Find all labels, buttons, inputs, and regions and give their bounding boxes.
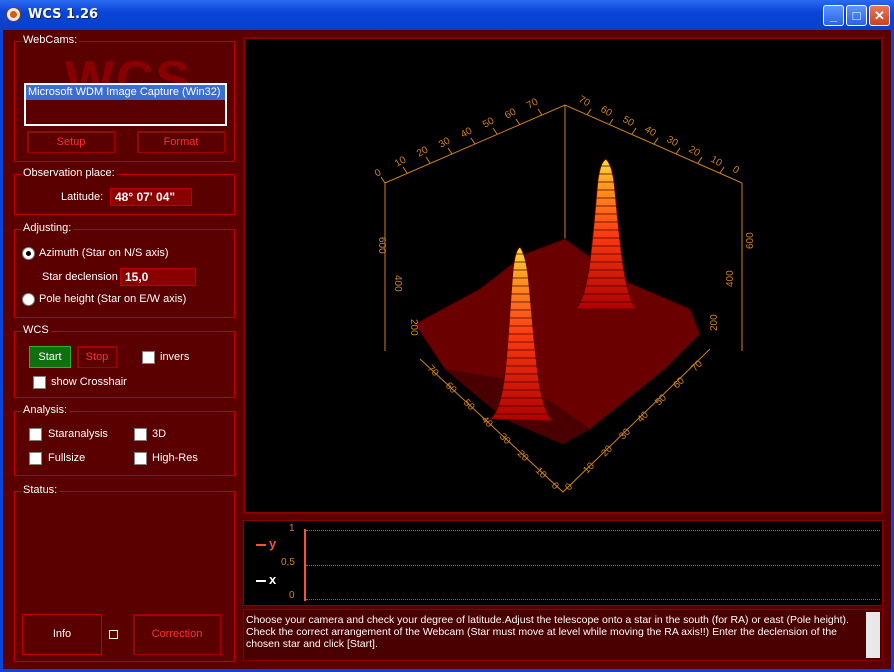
analysis-group: Analysis: Staranalysis 3D Fullsize High-…	[14, 404, 235, 476]
tick-label: 30	[437, 135, 453, 150]
tick-label: 20	[415, 144, 431, 159]
tick-label: 50	[481, 115, 497, 130]
tick-label: 400	[725, 270, 736, 287]
webcams-group: WebCams: WCS Microsoft WDM Image Capture…	[14, 34, 235, 162]
tick-label: 60	[671, 375, 687, 391]
tick-label: 20	[515, 448, 531, 464]
message-scrollbar[interactable]	[866, 612, 880, 658]
gridline	[306, 599, 880, 600]
window-title: WCS 1.26	[28, 7, 99, 22]
wcs-group: WCS Start Stop invers show Crosshair	[14, 324, 235, 398]
gridline	[306, 530, 880, 531]
tick-label: 70	[689, 358, 705, 374]
tick-label: 10	[709, 154, 725, 169]
minimize-button[interactable]: _	[823, 5, 844, 26]
observation-legend: Observation place:	[21, 167, 117, 179]
tick-label: 0	[563, 481, 575, 493]
high-res-checkbox[interactable]	[134, 452, 147, 465]
tick-label: 30	[497, 431, 513, 447]
x-legend-line	[256, 580, 266, 582]
tick-label: 0	[549, 480, 561, 492]
webcams-legend: WebCams:	[21, 34, 80, 46]
high-res-label: High-Res	[152, 452, 198, 464]
tick-label: 20	[687, 144, 703, 159]
stop-button[interactable]: Stop	[77, 346, 117, 368]
start-button[interactable]: Start	[29, 346, 71, 368]
message-box[interactable]: Choose your camera and check your degree…	[243, 609, 883, 661]
tick-label-1: 1	[289, 523, 295, 534]
tick-label: 600	[376, 237, 387, 254]
invers-checkbox[interactable]	[142, 351, 155, 364]
adjusting-legend: Adjusting:	[21, 222, 74, 234]
tick-label: 0	[731, 164, 742, 177]
3d-label: 3D	[152, 428, 167, 440]
y-legend: y	[269, 536, 277, 551]
observation-group: Observation place: Latitude: 48° 07' 04"	[14, 167, 235, 215]
tick-label: 20	[599, 443, 615, 459]
status-legend: Status:	[21, 484, 60, 496]
format-button[interactable]: Format	[137, 131, 225, 153]
tick-label-0: 0	[289, 590, 295, 601]
pole-height-label: Pole height (Star on E/W axis)	[39, 293, 187, 305]
plot-svg: 0 10 20 30 40 50 60 70 70 60 50 40 30 20…	[373, 94, 756, 493]
latitude-field[interactable]: 48° 07' 04"	[110, 188, 192, 206]
correction-button[interactable]: Correction	[133, 614, 221, 655]
xy-graph: y x 1 0,5 0	[243, 520, 883, 606]
indicator-led	[109, 630, 118, 639]
tick-label: 40	[459, 125, 475, 140]
status-message: Choose your camera and check your degree…	[246, 614, 849, 650]
tick-label: 200	[709, 314, 720, 331]
tick-label: 70	[577, 94, 593, 109]
tick-label: 30	[617, 426, 633, 442]
setup-button[interactable]: Setup	[27, 131, 115, 153]
tick-label: 50	[621, 114, 637, 129]
title-bar: WCS 1.26 _ □ ✕	[0, 0, 894, 30]
declension-field[interactable]: 15,0	[120, 268, 196, 286]
latitude-label: Latitude:	[61, 191, 104, 203]
azimuth-radio[interactable]	[22, 247, 35, 260]
tick-label: 40	[635, 409, 651, 425]
gridline	[306, 565, 880, 566]
webcam-list[interactable]: Microsoft WDM Image Capture (Win32)	[24, 83, 227, 126]
crosshair-label: show Crosshair	[51, 376, 127, 388]
invers-label: invers	[160, 351, 190, 363]
tick-label-05: 0,5	[281, 557, 295, 568]
azimuth-label: Azimuth (Star on N/S axis)	[39, 247, 169, 259]
tick-label: 10	[393, 154, 409, 169]
3d-checkbox[interactable]	[134, 428, 147, 441]
y-legend-line	[256, 544, 266, 546]
tick-label: 600	[745, 232, 756, 249]
staranalysis-checkbox[interactable]	[29, 428, 42, 441]
tick-label: 60	[599, 104, 615, 119]
tick-label: 40	[643, 124, 659, 139]
x-legend: x	[269, 572, 277, 587]
app-icon[interactable]	[6, 7, 21, 22]
tick-label: 30	[665, 134, 681, 149]
info-button[interactable]: Info	[22, 614, 102, 655]
tick-label: 400	[392, 275, 403, 292]
wcs-legend: WCS	[21, 324, 51, 336]
tick-label: 10	[533, 465, 549, 481]
staranalysis-label: Staranalysis	[48, 428, 108, 440]
fullsize-checkbox[interactable]	[29, 452, 42, 465]
pole-height-radio[interactable]	[22, 293, 35, 306]
adjusting-group: Adjusting: Azimuth (Star on N/S axis) St…	[14, 222, 235, 318]
star-3d-plot: 0 10 20 30 40 50 60 70 70 60 50 40 30 20…	[243, 37, 883, 514]
tick-label: 50	[653, 392, 669, 408]
tick-label: 200	[408, 319, 419, 336]
maximize-button[interactable]: □	[846, 5, 867, 26]
declension-label: Star declension	[42, 271, 118, 283]
status-group: Status: Info Correction	[14, 484, 235, 662]
analysis-legend: Analysis:	[21, 404, 70, 416]
tick-label: 0	[373, 167, 384, 180]
webcam-list-item[interactable]: Microsoft WDM Image Capture (Win32)	[26, 85, 225, 100]
crosshair-checkbox[interactable]	[33, 376, 46, 389]
tick-label: 10	[581, 460, 597, 476]
close-button[interactable]: ✕	[869, 5, 890, 26]
fullsize-label: Fullsize	[48, 452, 86, 464]
